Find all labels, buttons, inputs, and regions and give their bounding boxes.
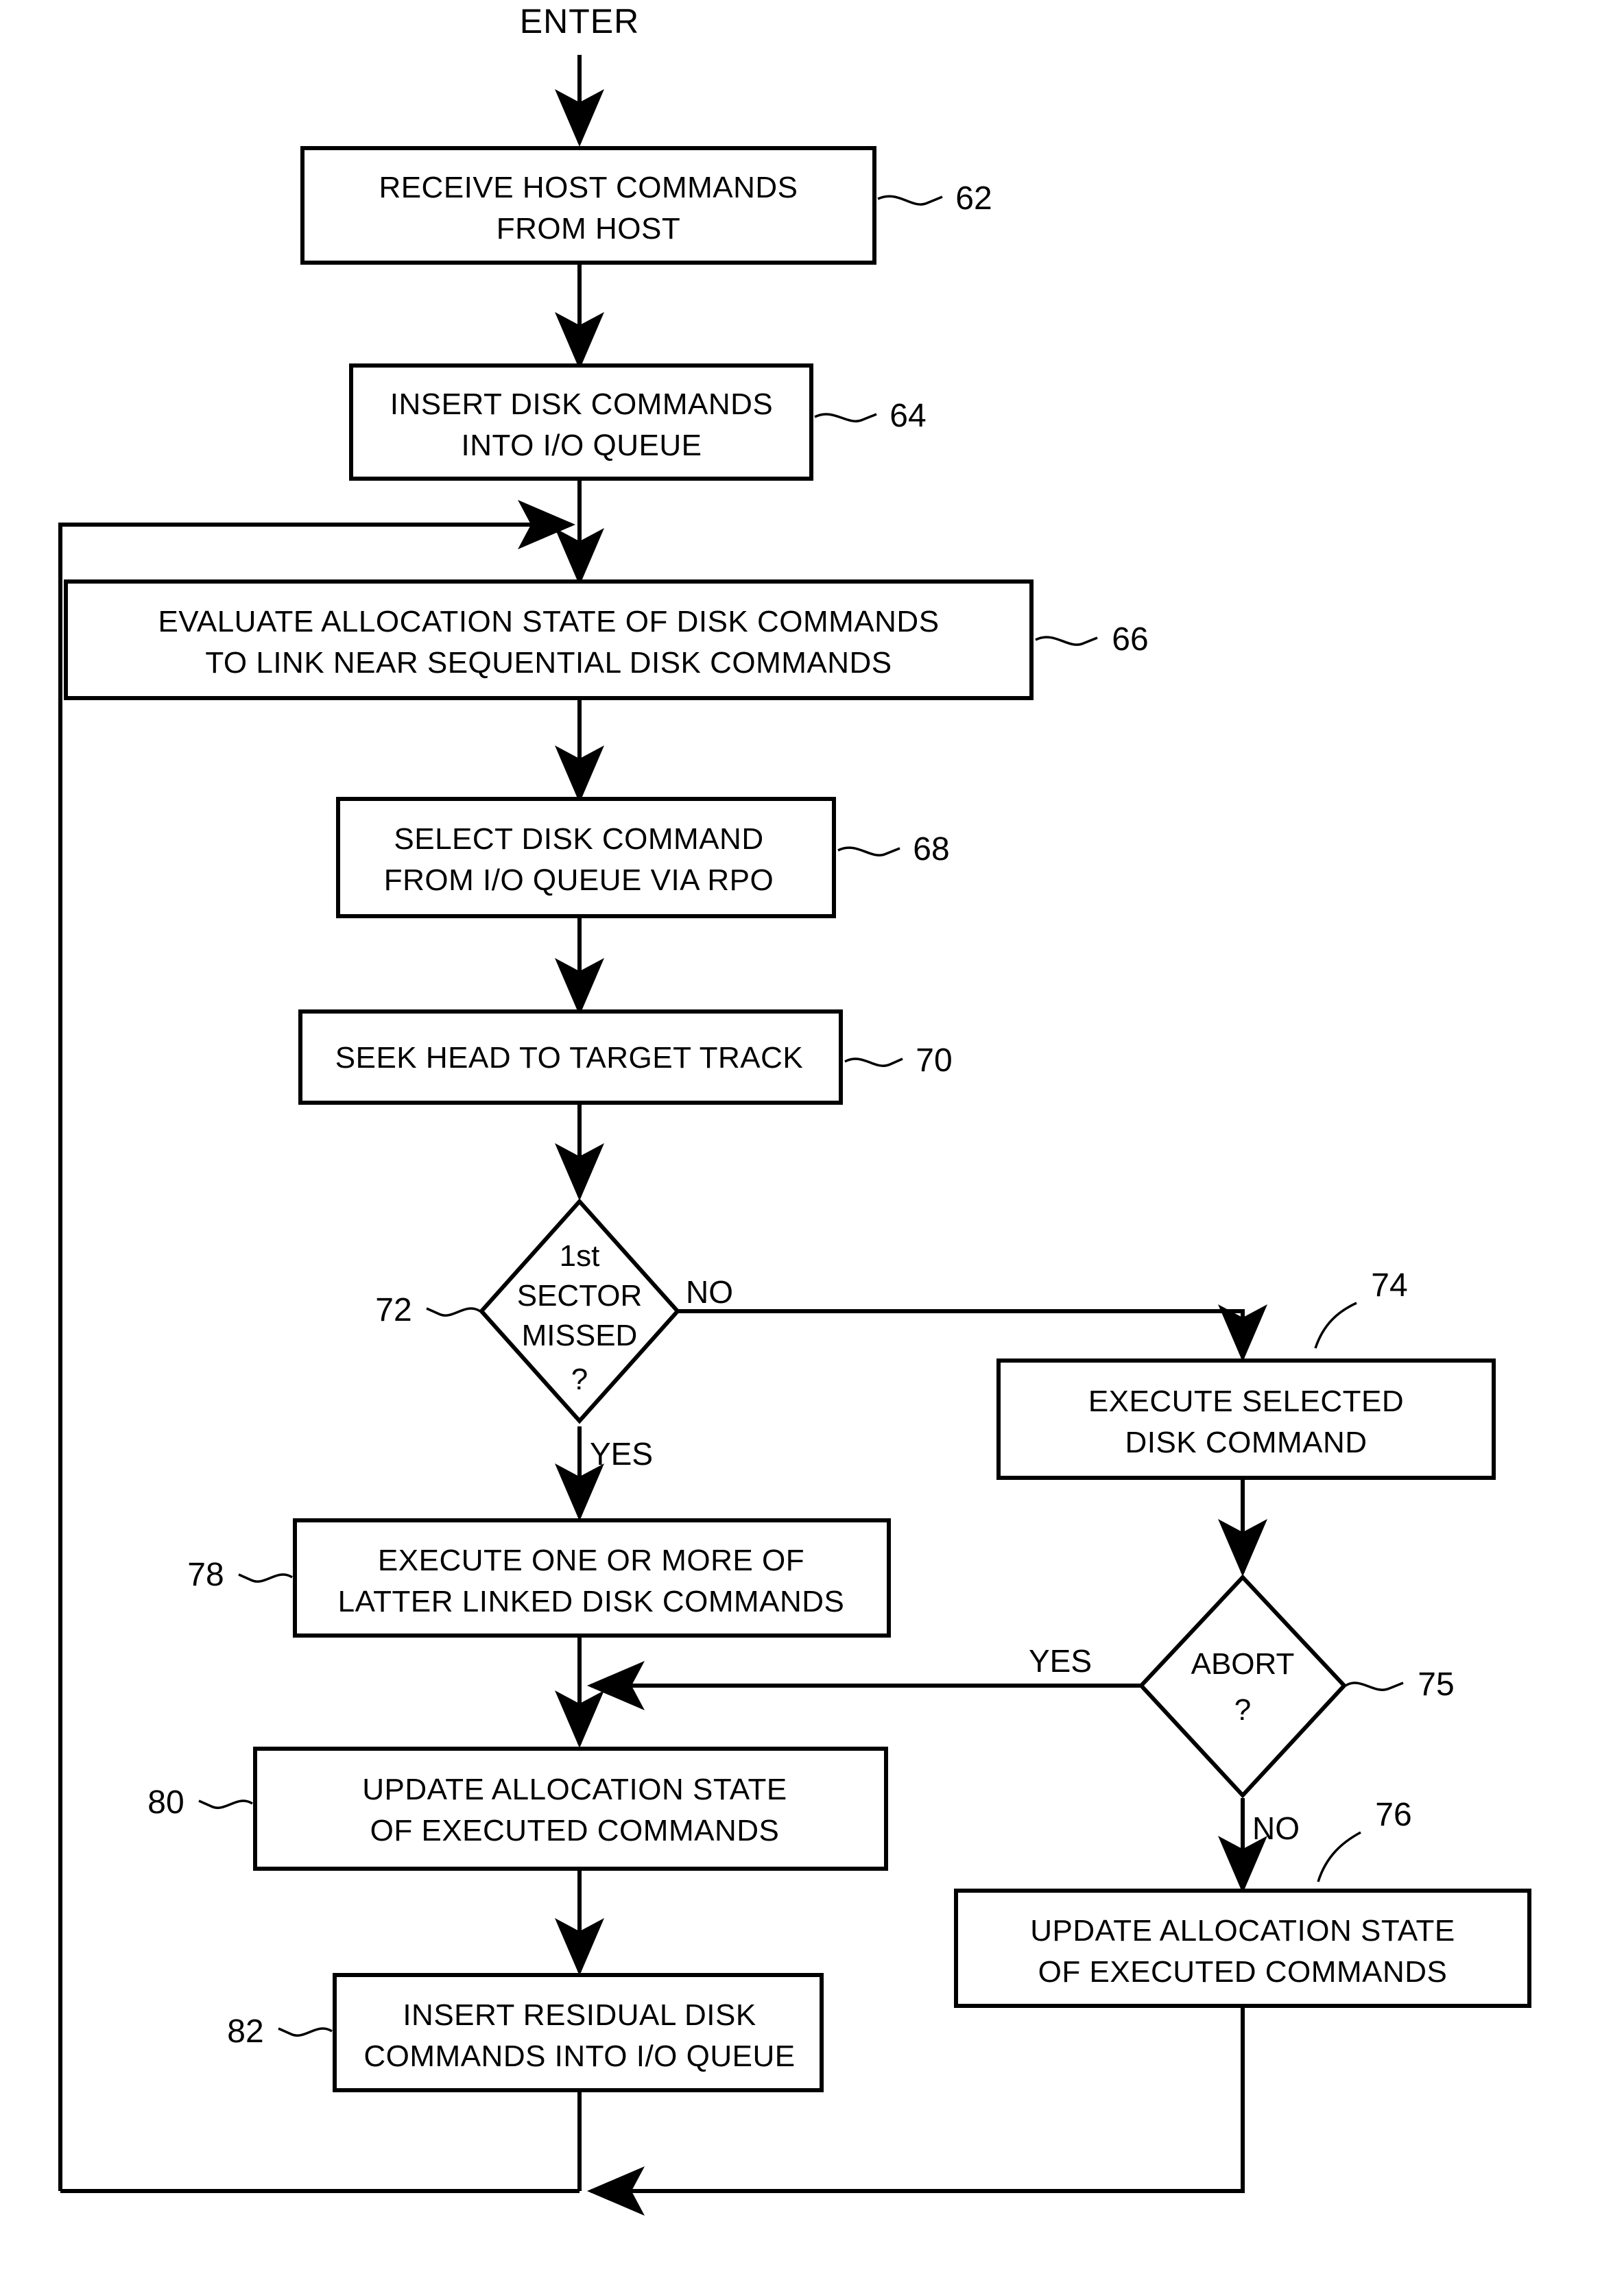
ref-82: 82: [227, 2013, 263, 2050]
leader-82: [278, 2027, 333, 2037]
leader-80: [198, 1799, 253, 1809]
node-66-line-2: TO LINK NEAR SEQUENTIAL DISK COMMANDS: [205, 646, 892, 680]
node-72-line-1: 1st: [560, 1239, 600, 1273]
node-78-line-1: EXECUTE ONE OR MORE OF: [378, 1544, 804, 1577]
node-74-line-1: EXECUTE SELECTED: [1088, 1385, 1404, 1418]
node-64-line-2: INTO I/O QUEUE: [462, 429, 702, 462]
node-80-line-2: OF EXECUTED COMMANDS: [370, 1814, 780, 1847]
node-75-diamond[interactable]: [1138, 1574, 1348, 1799]
node-62-line-1: RECEIVE HOST COMMANDS: [379, 171, 798, 204]
node-80-line-1: UPDATE ALLOCATION STATE: [362, 1773, 787, 1806]
ref-78: 78: [187, 1557, 224, 1593]
node-74-line-2: DISK COMMAND: [1125, 1426, 1367, 1459]
node-82-line-2: COMMANDS INTO I/O QUEUE: [363, 2039, 795, 2073]
ref-72: 72: [375, 1292, 411, 1328]
entry-label: ENTER: [520, 2, 639, 40]
node-75-line-2: ?: [1234, 1693, 1251, 1727]
leader-78: [238, 1573, 293, 1583]
ref-75: 75: [1418, 1666, 1454, 1703]
leader-72: [426, 1307, 481, 1317]
node-72-line-4: ?: [571, 1363, 588, 1396]
node-64-line-1: INSERT DISK COMMANDS: [390, 387, 773, 421]
edge-label-72-yes: YES: [590, 1436, 653, 1472]
node-70-line-1: SEEK HEAD TO TARGET TRACK: [335, 1041, 803, 1075]
ref-64: 64: [889, 398, 926, 434]
node-66-box[interactable]: [64, 579, 1034, 700]
leader-74: [1314, 1302, 1357, 1349]
node-68-line-1: SELECT DISK COMMAND: [394, 822, 763, 856]
edge-label-72-no: NO: [686, 1274, 733, 1310]
leader-75: [1345, 1681, 1404, 1691]
edge-label-75-yes: YES: [1029, 1643, 1092, 1679]
node-76-line-1: UPDATE ALLOCATION STATE: [1030, 1914, 1455, 1948]
node-76-line-2: OF EXECUTED COMMANDS: [1038, 1955, 1448, 1989]
leader-64: [814, 413, 877, 422]
ref-80: 80: [147, 1784, 184, 1821]
ref-74: 74: [1371, 1267, 1407, 1304]
flowchart-svg: RECEIVE HOST COMMANDS FROM HOST 62 INSER…: [58, 2, 1531, 2216]
node-62-line-2: FROM HOST: [497, 212, 680, 246]
ref-70: 70: [916, 1042, 952, 1079]
leader-68: [837, 846, 900, 857]
flowchart-canvas: RECEIVE HOST COMMANDS FROM HOST 62 INSER…: [0, 0, 1624, 2274]
node-72-line-3: MISSED: [522, 1319, 638, 1352]
ref-68: 68: [913, 831, 949, 867]
ref-62: 62: [955, 180, 992, 217]
edge-72-no-to-74: [678, 1304, 1267, 1362]
edge-label-75-no: NO: [1252, 1810, 1300, 1846]
node-68-line-2: FROM I/O QUEUE VIA RPO: [384, 863, 774, 897]
node-80-box[interactable]: [253, 1747, 888, 1871]
edge-feedback-loop-return: [58, 500, 575, 2191]
leader-76: [1317, 1831, 1361, 1882]
ref-76: 76: [1375, 1797, 1411, 1833]
leader-62: [877, 195, 943, 206]
node-74-box[interactable]: [996, 1359, 1496, 1480]
node-78-line-2: LATTER LINKED DISK COMMANDS: [338, 1585, 845, 1618]
leader-70: [844, 1057, 903, 1067]
node-75-line-1: ABORT: [1191, 1647, 1295, 1681]
node-66-line-1: EVALUATE ALLOCATION STATE OF DISK COMMAN…: [158, 605, 939, 638]
ref-66: 66: [1112, 621, 1148, 658]
node-68-box[interactable]: [336, 797, 836, 918]
node-72-line-2: SECTOR: [517, 1279, 643, 1313]
node-82-line-1: INSERT RESIDUAL DISK: [403, 1998, 756, 2032]
leader-66: [1035, 636, 1098, 646]
